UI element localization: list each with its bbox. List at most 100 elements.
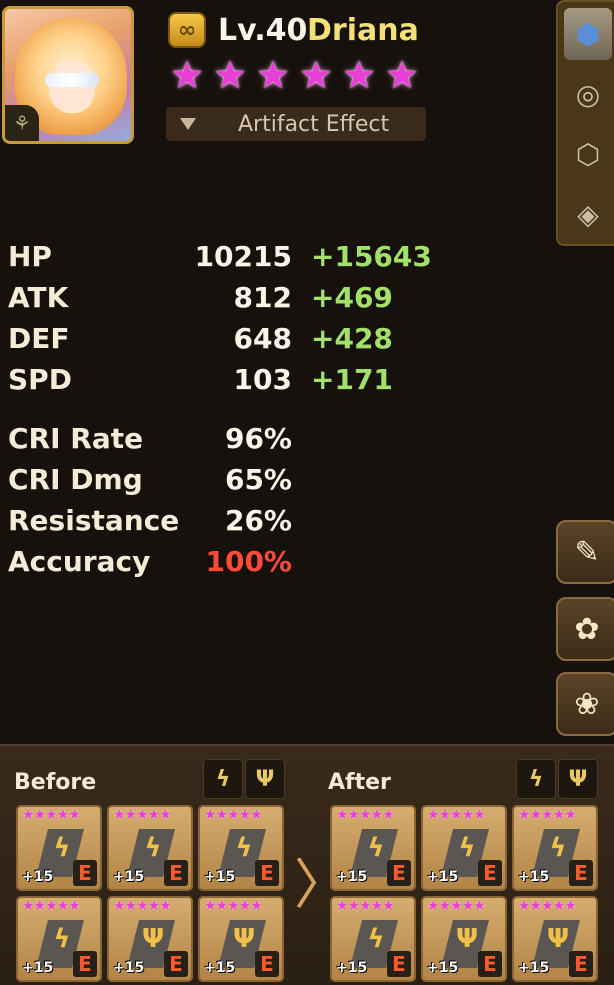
star-icon: ★ [170, 53, 205, 97]
star-icon: ★ [256, 53, 291, 97]
stat-value-cri-dmg: 65% [224, 463, 292, 496]
rune-tab-icon[interactable]: ⬢ [564, 8, 612, 60]
star-rating: ★ ★ ★ ★ ★ ★ [170, 56, 425, 94]
set-icon-violent: ϟ [516, 759, 556, 799]
star-icon: ★ [342, 53, 377, 97]
rune-slot-before-4[interactable]: ★★★★★ ϟ +15 E [16, 896, 102, 982]
stat-label-spd: SPD [8, 363, 72, 396]
rune-grade: E [569, 951, 593, 977]
stat-bonus-def: +428 [311, 322, 393, 355]
triangle-down-icon [180, 118, 196, 130]
rune-stars: ★★★★★ [518, 898, 577, 914]
stat-label-hp: HP [8, 240, 52, 273]
star-icon: ★ [213, 53, 248, 97]
rune-set-icon: ϟ [367, 924, 385, 954]
rune-slot-before-5[interactable]: ★★★★★ Ψ +15 E [107, 896, 193, 982]
star-icon: ★ [385, 53, 420, 97]
rune-slot-after-4[interactable]: ★★★★★ ϟ +15 E [330, 896, 416, 982]
rune-level: +15 [113, 960, 145, 976]
set-icon-will: Ψ [245, 759, 285, 799]
portrait-face [49, 61, 95, 113]
rune-set-icon: ϟ [458, 833, 476, 863]
rune-stars: ★★★★★ [22, 898, 81, 914]
rune-slot-after-3[interactable]: ★★★★★ ϟ +15 E [512, 805, 598, 891]
artifact-effect-label: Artifact Effect [238, 111, 390, 137]
rune-set-icon: Ψ [141, 924, 165, 954]
stat-label-cri-dmg: CRI Dmg [8, 463, 143, 496]
rune-level: +15 [427, 960, 459, 976]
rune-flower-icon: ✿ [574, 611, 600, 647]
artifact-effect-dropdown[interactable]: Artifact Effect [166, 107, 426, 141]
stat-base-def: 648 [233, 322, 292, 355]
edit-settings-button[interactable]: ✎ [556, 520, 614, 584]
rune-slot-after-1[interactable]: ★★★★★ ϟ +15 E [330, 805, 416, 891]
portrait-blindfold [45, 73, 99, 87]
stat-bonus-hp: +15643 [311, 240, 432, 273]
rune-stars: ★★★★★ [336, 807, 395, 823]
rune-grade: E [164, 951, 188, 977]
stat-label-def: DEF [8, 322, 70, 355]
rune-slot-before-1[interactable]: ★★★★★ ϟ +15 E [16, 805, 102, 891]
star-icon: ★ [299, 53, 334, 97]
rune-set-icon: Ψ [546, 924, 570, 954]
stat-label-accuracy: Accuracy [8, 545, 151, 578]
stat-label-cri-rate: CRI Rate [8, 422, 144, 455]
stat-value-cri-rate: 96% [224, 422, 292, 455]
rune-stars: ★★★★★ [427, 807, 486, 823]
rune-grade: E [478, 951, 502, 977]
before-title: Before [14, 770, 97, 795]
rune-slot-after-5[interactable]: ★★★★★ Ψ +15 E [421, 896, 507, 982]
artifact-slot-icon[interactable]: ◎ [564, 68, 612, 120]
rune-level: +15 [22, 869, 54, 885]
rune-compare-panel: Before ϟ Ψ After ϟ Ψ 〉 ★★★★★ ϟ +15 E ★★★… [0, 744, 614, 985]
engrave-icon[interactable]: ⬡ [564, 128, 612, 180]
monster-portrait[interactable]: ⚘ [2, 6, 134, 144]
rune-set-icon: Ψ [232, 924, 256, 954]
rune-set-icon: ϟ [53, 924, 71, 954]
after-title: After [328, 770, 391, 795]
rune-grade: E [73, 951, 97, 977]
collection-icon[interactable]: ◈ [564, 188, 612, 240]
rune-grade: E [73, 860, 97, 886]
rune-stars: ★★★★★ [518, 807, 577, 823]
rune-level: +15 [22, 960, 54, 976]
rune-grade: E [387, 860, 411, 886]
rune-stars: ★★★★★ [204, 898, 263, 914]
set-icon-will: Ψ [558, 759, 598, 799]
rune-stars: ★★★★★ [22, 807, 81, 823]
rune-slot-before-3[interactable]: ★★★★★ ϟ +15 E [198, 805, 284, 891]
rune-level: +15 [336, 960, 368, 976]
set-icon-violent: ϟ [203, 759, 243, 799]
rune-stars: ★★★★★ [427, 898, 486, 914]
rune-grade: E [164, 860, 188, 886]
unequip-runes-button[interactable]: ❀ [556, 672, 614, 736]
rune-level: +15 [427, 869, 459, 885]
stat-label-resistance: Resistance [8, 504, 180, 537]
rune-level: +15 [204, 869, 236, 885]
equip-runes-button[interactable]: ✿ [556, 597, 614, 661]
rune-set-icon: Ψ [455, 924, 479, 954]
rune-slot-after-2[interactable]: ★★★★★ ϟ +15 E [421, 805, 507, 891]
rune-stars: ★★★★★ [336, 898, 395, 914]
stat-value-accuracy: 100% [205, 545, 292, 578]
rune-set-icon: ϟ [549, 833, 567, 863]
rune-slot-after-6[interactable]: ★★★★★ Ψ +15 E [512, 896, 598, 982]
rune-stars: ★★★★★ [113, 898, 172, 914]
stat-base-spd: 103 [233, 363, 292, 396]
rune-level: +15 [336, 869, 368, 885]
rune-remove-icon: ❀ [574, 686, 600, 722]
rune-slot-before-2[interactable]: ★★★★★ ϟ +15 E [107, 805, 193, 891]
rune-grade: E [478, 860, 502, 886]
pencil-gear-icon: ✎ [574, 534, 600, 570]
rune-set-icon: ϟ [53, 833, 71, 863]
monster-name: Driana [307, 13, 419, 48]
stat-label-atk: ATK [8, 281, 69, 314]
rune-stars: ★★★★★ [113, 807, 172, 823]
rune-grade: E [569, 860, 593, 886]
monster-level: Lv.40 [218, 13, 308, 48]
rune-grade: E [255, 860, 279, 886]
stat-base-hp: 10215 [194, 240, 292, 273]
link-chain-icon[interactable]: ∞ [168, 12, 206, 48]
rune-slot-before-6[interactable]: ★★★★★ Ψ +15 E [198, 896, 284, 982]
right-tab-column: ⬢ ◎ ⬡ ◈ [556, 0, 614, 246]
